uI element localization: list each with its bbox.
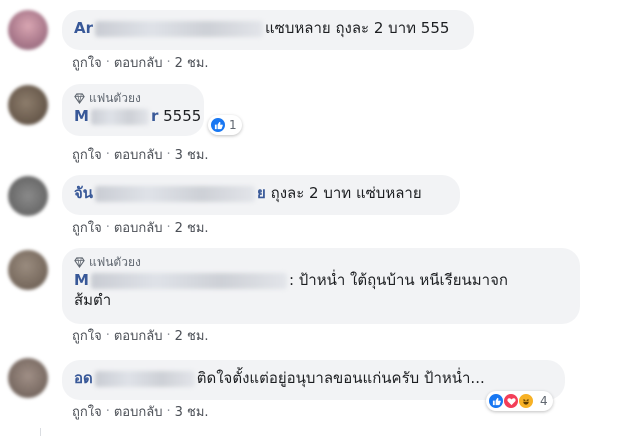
- comment-1: Ar แซบหลาย ถุงละ 2 บาท 555 ถูกใจ · ตอบกลั…: [0, 0, 621, 76]
- comment-actions: ถูกใจ · ตอบกลับ · 2 ชม.: [72, 217, 209, 238]
- like-link[interactable]: ถูกใจ: [72, 144, 102, 165]
- like-link[interactable]: ถูกใจ: [72, 325, 102, 346]
- reply-link[interactable]: ตอบกลับ: [114, 325, 163, 346]
- separator-dot: ·: [166, 328, 171, 343]
- comment-actions: ถูกใจ · ตอบกลับ · 2 ชม.: [72, 325, 209, 346]
- thread-line: [40, 428, 41, 436]
- separator-dot: ·: [166, 404, 171, 419]
- reaction-summary[interactable]: 4: [486, 391, 553, 411]
- avatar[interactable]: [8, 358, 48, 398]
- comment-actions: ถูกใจ · ตอบกลับ · 2 ชม.: [72, 52, 209, 73]
- comment-3: จัน ย ถุงละ 2 บาท แซ่บหลาย ถูกใจ · ตอบกลั…: [0, 172, 621, 238]
- comment-text-line2: ส้มตำ: [74, 291, 112, 309]
- reply-link[interactable]: ตอบกลับ: [114, 52, 163, 73]
- timestamp[interactable]: 3 ชม.: [175, 144, 209, 165]
- avatar[interactable]: [8, 10, 48, 50]
- haha-reaction-icon: [518, 393, 534, 409]
- fan-badge-label: แฟนตัวยง: [89, 91, 141, 105]
- comment-text: แซบหลาย ถุงละ 2 บาท 555: [265, 19, 450, 37]
- avatar[interactable]: [8, 250, 48, 290]
- comment-text: : ป้าหน่ำ ใต้ถุนบ้าน หนีเรียนมาจก: [288, 271, 508, 289]
- separator-dot: ·: [166, 220, 171, 235]
- reaction-count: 1: [229, 118, 237, 132]
- top-fan-badge: แฟนตัวยง: [74, 254, 568, 270]
- comment-4: แฟนตัวยง M : ป้าหน่ำ ใต้ถุนบ้าน หนีเรียนม…: [0, 242, 621, 348]
- reply-link[interactable]: ตอบกลับ: [114, 144, 163, 165]
- commenter-name[interactable]: M: [74, 271, 89, 289]
- separator-dot: ·: [105, 55, 110, 70]
- like-link[interactable]: ถูกใจ: [72, 52, 102, 73]
- redacted-name-blur: [90, 108, 149, 125]
- commenter-name-tail[interactable]: ย: [257, 184, 266, 202]
- avatar[interactable]: [8, 176, 48, 216]
- like-reaction-icon: [210, 117, 226, 133]
- comment-text: ติดใจตั้งแต่อยู่อนุบาลขอนแก่นครับ ป้าหน่…: [196, 369, 485, 387]
- comment-2: แฟนตัวยง Mr 5555 1 ถูกใจ · ตอบกลับ · 3 ช…: [0, 80, 621, 168]
- reaction-count: 4: [540, 394, 548, 408]
- commenter-name[interactable]: อด: [74, 369, 93, 387]
- commenter-name[interactable]: จัน: [74, 184, 93, 202]
- comment-text: ถุงละ 2 บาท แซ่บหลาย: [270, 184, 422, 202]
- timestamp[interactable]: 2 ชม.: [175, 325, 209, 346]
- reply-link[interactable]: ตอบกลับ: [114, 401, 163, 422]
- separator-dot: ·: [105, 220, 110, 235]
- avatar[interactable]: [8, 85, 48, 125]
- timestamp[interactable]: 3 ชม.: [175, 401, 209, 422]
- separator-dot: ·: [166, 147, 171, 162]
- timestamp[interactable]: 2 ชม.: [175, 217, 209, 238]
- comment-actions: ถูกใจ · ตอบกลับ · 3 ชม.: [72, 144, 209, 165]
- comment-bubble: Ar แซบหลาย ถุงละ 2 บาท 555: [62, 10, 474, 50]
- redacted-name-blur: [95, 185, 256, 202]
- separator-dot: ·: [105, 328, 110, 343]
- redacted-name-blur: [90, 272, 287, 289]
- comment-bubble: แฟนตัวยง M : ป้าหน่ำ ใต้ถุนบ้าน หนีเรียนม…: [62, 248, 580, 324]
- commenter-name[interactable]: Ar: [74, 19, 93, 37]
- like-link[interactable]: ถูกใจ: [72, 401, 102, 422]
- reaction-summary[interactable]: 1: [208, 115, 242, 135]
- commenter-name[interactable]: M: [74, 107, 89, 125]
- separator-dot: ·: [105, 147, 110, 162]
- fan-badge-label: แฟนตัวยง: [89, 255, 141, 269]
- separator-dot: ·: [166, 55, 171, 70]
- comment-text: 5555: [163, 107, 202, 125]
- comment-actions: ถูกใจ · ตอบกลับ · 3 ชม.: [72, 401, 209, 422]
- comment-bubble: แฟนตัวยง Mr 5555: [62, 84, 204, 136]
- top-fan-badge: แฟนตัวยง: [74, 90, 192, 106]
- comment-5: อด ติดใจตั้งแต่อยู่อนุบาลขอนแก่นครับ ป้าห…: [0, 354, 621, 436]
- timestamp[interactable]: 2 ชม.: [175, 52, 209, 73]
- love-reaction-icon: [503, 393, 519, 409]
- commenter-name-tail[interactable]: r: [151, 107, 158, 125]
- like-reaction-icon: [488, 393, 504, 409]
- redacted-name-blur: [94, 370, 195, 387]
- like-link[interactable]: ถูกใจ: [72, 217, 102, 238]
- diamond-icon: [74, 256, 85, 268]
- separator-dot: ·: [105, 404, 110, 419]
- diamond-icon: [74, 92, 85, 104]
- comment-bubble: จัน ย ถุงละ 2 บาท แซ่บหลาย: [62, 175, 460, 215]
- reply-link[interactable]: ตอบกลับ: [114, 217, 163, 238]
- redacted-name-blur: [95, 20, 264, 37]
